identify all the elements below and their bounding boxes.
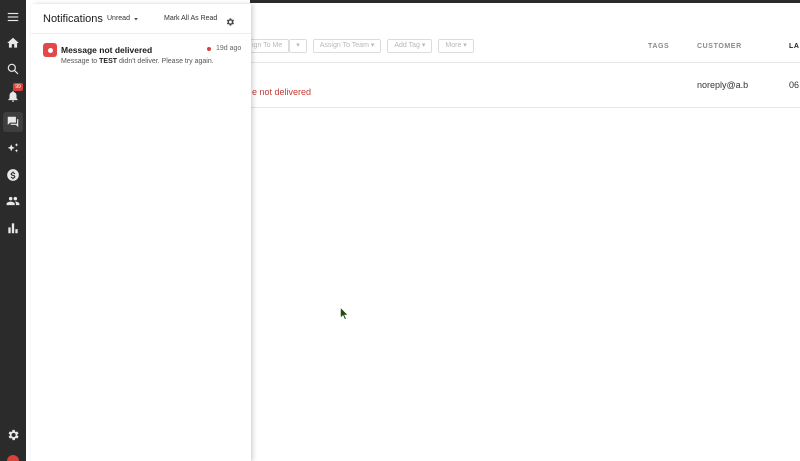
assign-to-team-button[interactable]: Assign To Team ▾	[312, 39, 382, 53]
divider	[250, 107, 800, 108]
menu-icon[interactable]	[5, 9, 21, 25]
people-icon[interactable]	[5, 193, 21, 209]
chevron-down-icon	[134, 17, 138, 20]
home-icon[interactable]	[5, 35, 21, 51]
notifications-panel: Notifications Unread Mark All As Read Me…	[31, 4, 251, 461]
panel-title: Notifications	[43, 13, 103, 25]
alert-icon	[43, 43, 57, 57]
customer-email: noreply@a.b	[697, 80, 749, 90]
mark-all-as-read-button[interactable]: Mark All As Read	[164, 15, 217, 22]
divider	[250, 62, 800, 63]
notifications-header: Notifications Unread Mark All As Read	[31, 4, 251, 34]
billing-icon[interactable]	[5, 167, 21, 183]
search-icon[interactable]	[5, 61, 21, 77]
app-sidebar: 99	[0, 0, 26, 461]
notification-count-badge: 99	[13, 83, 23, 91]
sparkle-icon[interactable]	[5, 141, 21, 157]
top-bar	[250, 0, 800, 3]
mouse-cursor-icon	[340, 307, 349, 320]
column-header-customer[interactable]: CUSTOMER	[697, 43, 742, 50]
settings-icon[interactable]	[5, 427, 21, 443]
conversation-status: e not delivered	[252, 87, 312, 97]
conversations-icon[interactable]	[3, 112, 23, 132]
assign-to-me-button[interactable]: ign To Me	[250, 39, 290, 53]
last-updated: 06	[789, 80, 800, 90]
notification-message: Message to TEST didn't deliver. Please t…	[61, 58, 214, 65]
notification-title: Message not delivered	[61, 45, 153, 55]
column-header-last[interactable]: LA	[789, 43, 800, 50]
more-button[interactable]: More ▾	[438, 39, 474, 53]
bulk-actions-toolbar: ign To Me ▾ Assign To Team ▾ Add Tag ▾ M…	[250, 39, 474, 53]
notification-age: 19d ago	[216, 45, 242, 52]
notification-item[interactable]: Message not delivered 19d ago Message to…	[31, 38, 251, 72]
assign-dropdown-button[interactable]: ▾	[289, 39, 307, 53]
filter-label: Unread	[107, 15, 130, 22]
gear-icon[interactable]	[225, 14, 235, 26]
unread-dot	[207, 47, 211, 51]
column-header-tags[interactable]: TAGS	[648, 43, 669, 50]
user-avatar[interactable]	[7, 455, 19, 461]
reports-icon[interactable]	[5, 220, 21, 236]
add-tag-button[interactable]: Add Tag ▾	[387, 39, 433, 53]
unread-filter-dropdown[interactable]: Unread	[107, 15, 139, 22]
